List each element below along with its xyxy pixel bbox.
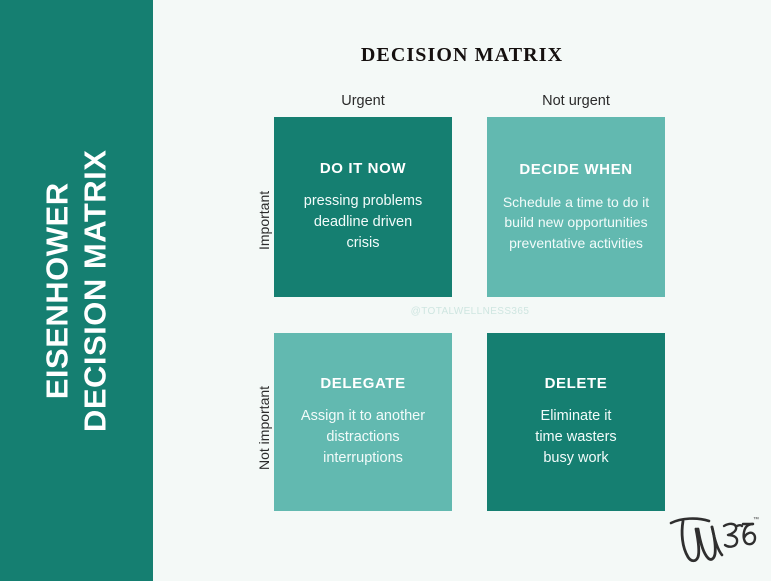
quadrant-title-delegate: DELEGATE — [320, 375, 406, 393]
sidebar: EISENHOWER DECISION MATRIX — [0, 0, 153, 581]
quadrant-title-do-it-now: DO IT NOW — [319, 160, 407, 178]
row-label-not-important-text: Not important — [256, 385, 272, 470]
quadrant-item: Eliminate it — [540, 408, 612, 425]
quadrant-item: Schedule a time to do it — [502, 194, 650, 211]
quadrant-items-delete: Eliminate it time wasters busy work — [535, 406, 616, 469]
sidebar-title-container: EISENHOWER DECISION MATRIX — [0, 0, 153, 581]
column-header-urgent: Urgent — [341, 93, 385, 109]
quadrant-items-do-it-now: pressing problems deadline driven crisis — [304, 191, 422, 254]
quadrant-item: preventative activities — [509, 234, 643, 251]
quadrant-item: pressing problems — [303, 193, 423, 210]
sidebar-title-line-2: DECISION MATRIX — [77, 149, 113, 432]
quadrant-item: busy work — [543, 449, 609, 466]
tw365-signature-logo: ™ — [667, 513, 763, 569]
decision-matrix-infographic: EISENHOWER DECISION MATRIX DECISION MATR… — [0, 0, 771, 581]
row-label-important-text: Important — [256, 190, 272, 250]
quadrant-title-delete: DELETE — [544, 375, 608, 393]
quadrant-item: build new opportunities — [504, 214, 648, 231]
quadrant-items-decide-when: Schedule a time to do it build new oppor… — [503, 192, 649, 252]
page-title: DECISION MATRIX — [360, 44, 564, 66]
quadrant-delete: DELETE Eliminate it time wasters busy wo… — [487, 333, 665, 511]
quadrant-decide-when: DECIDE WHEN Schedule a time to do it bui… — [487, 117, 665, 297]
sidebar-title-line-1: EISENHOWER — [39, 182, 75, 399]
quadrant-title-decide-when: DECIDE WHEN — [519, 161, 633, 179]
quadrant-items-delegate: Assign it to another distractions interr… — [301, 406, 425, 469]
quadrant-item: interruptions — [323, 449, 403, 466]
watermark: @TOTALWELLNESS365 — [410, 306, 530, 317]
quadrant-item: crisis — [346, 234, 380, 251]
quadrant-item: time wasters — [535, 429, 617, 446]
quadrant-do-it-now: DO IT NOW pressing problems deadline dri… — [274, 117, 452, 297]
quadrant-item: Assign it to another — [300, 408, 426, 425]
quadrant-delegate: DELEGATE Assign it to another distractio… — [274, 333, 452, 511]
column-header-not-urgent: Not urgent — [542, 93, 610, 109]
quadrant-item: deadline driven — [313, 214, 413, 231]
sidebar-title: EISENHOWER DECISION MATRIX — [39, 149, 115, 432]
quadrant-item: distractions — [326, 429, 400, 446]
tw365-signature-icon — [669, 517, 757, 563]
trademark-symbol: ™ — [753, 517, 759, 523]
